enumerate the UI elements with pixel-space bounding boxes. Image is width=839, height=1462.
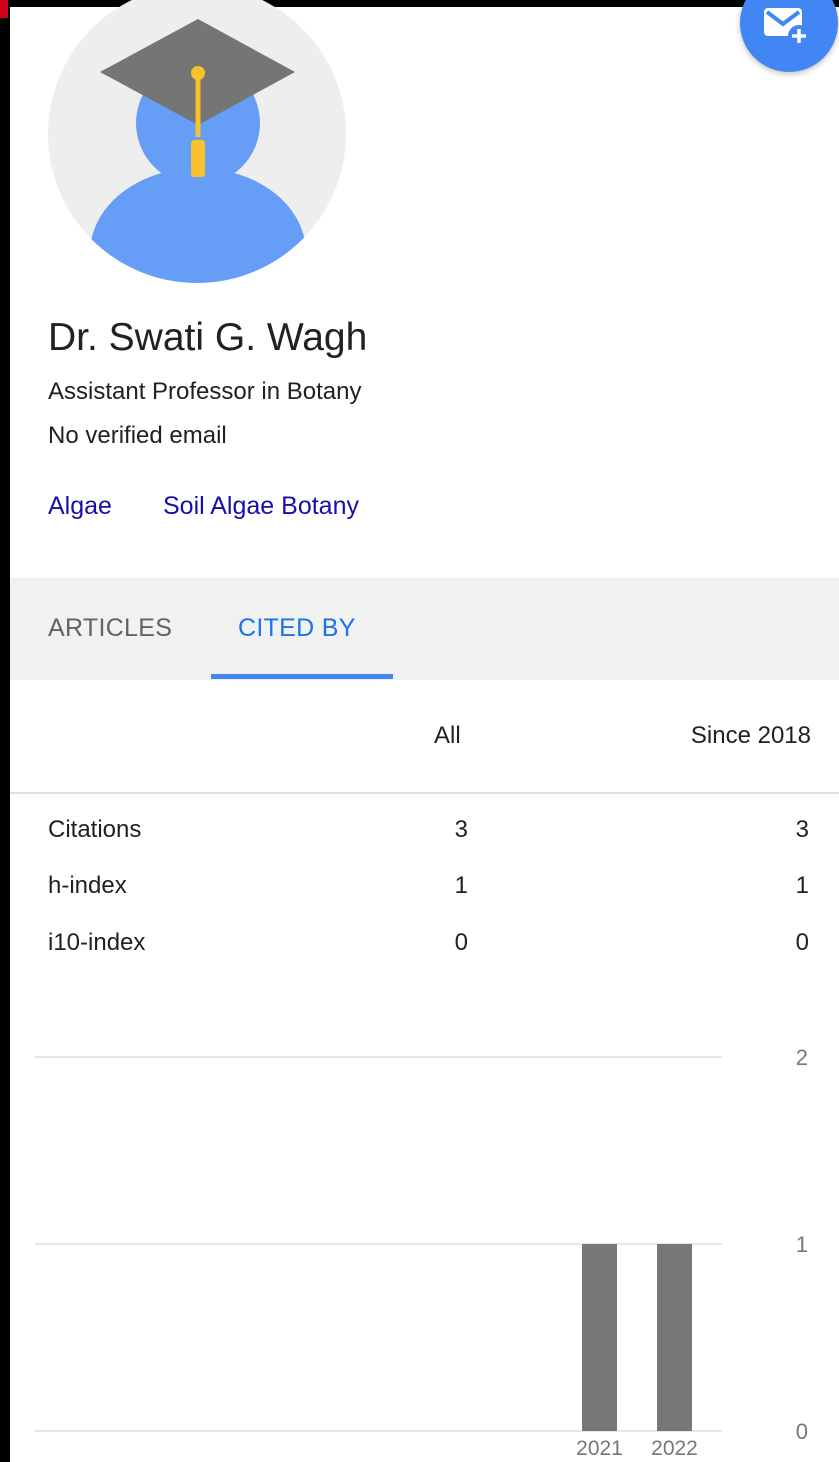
tab-articles[interactable]: ARTICLES (48, 614, 172, 643)
mail-plus-icon (764, 8, 810, 47)
stat-since-value: 3 (795, 816, 809, 843)
chart-y-tick-label: 0 (796, 1419, 808, 1444)
stat-label: Citations (48, 816, 142, 843)
interest-link-soil-algae-botany[interactable]: Soil Algae Botany (163, 492, 359, 521)
profile-avatar (48, 0, 346, 283)
chart-x-tick-label: 2021 (576, 1437, 623, 1460)
stat-since-value: 0 (795, 929, 809, 956)
chart-bar-2022[interactable] (657, 1244, 692, 1431)
corner-marker (0, 0, 8, 18)
stats-header-divider (10, 792, 839, 794)
citations-per-year-chart: 0 1 2 2021 2022 (0, 1000, 839, 1462)
chart-bar-2021[interactable] (582, 1244, 617, 1431)
stat-label: i10-index (48, 929, 146, 956)
chart-canvas: 0 1 2 2021 2022 (35, 1045, 808, 1460)
tab-bar: ARTICLES CITED BY (10, 578, 839, 680)
chart-y-tick-label: 1 (796, 1232, 808, 1257)
chart-x-tick-label: 2022 (651, 1437, 698, 1460)
active-tab-indicator (211, 674, 393, 679)
interest-link-algae[interactable]: Algae (48, 492, 112, 521)
profile-email-status: No verified email (48, 422, 227, 449)
profile-name: Dr. Swati G. Wagh (48, 316, 368, 359)
column-header-since: Since 2018 (690, 722, 811, 749)
profile-affiliation: Assistant Professor in Botany (48, 378, 362, 405)
stat-all-value: 0 (454, 929, 468, 956)
stat-all-value: 1 (454, 872, 468, 899)
stat-since-value: 1 (795, 872, 809, 899)
add-email-fab-button[interactable] (740, 0, 838, 72)
tab-cited-by[interactable]: CITED BY (238, 614, 356, 643)
chart-y-tick-label: 2 (796, 1045, 808, 1070)
column-header-all: All (434, 722, 461, 749)
graduate-avatar-icon (90, 19, 306, 283)
stats-row-h-index: h-index 1 1 (0, 872, 839, 912)
stats-row-i10-index: i10-index 0 0 (0, 929, 839, 969)
stat-all-value: 3 (454, 816, 468, 843)
stat-label: h-index (48, 872, 127, 899)
stats-row-citations: Citations 3 3 (0, 816, 839, 856)
